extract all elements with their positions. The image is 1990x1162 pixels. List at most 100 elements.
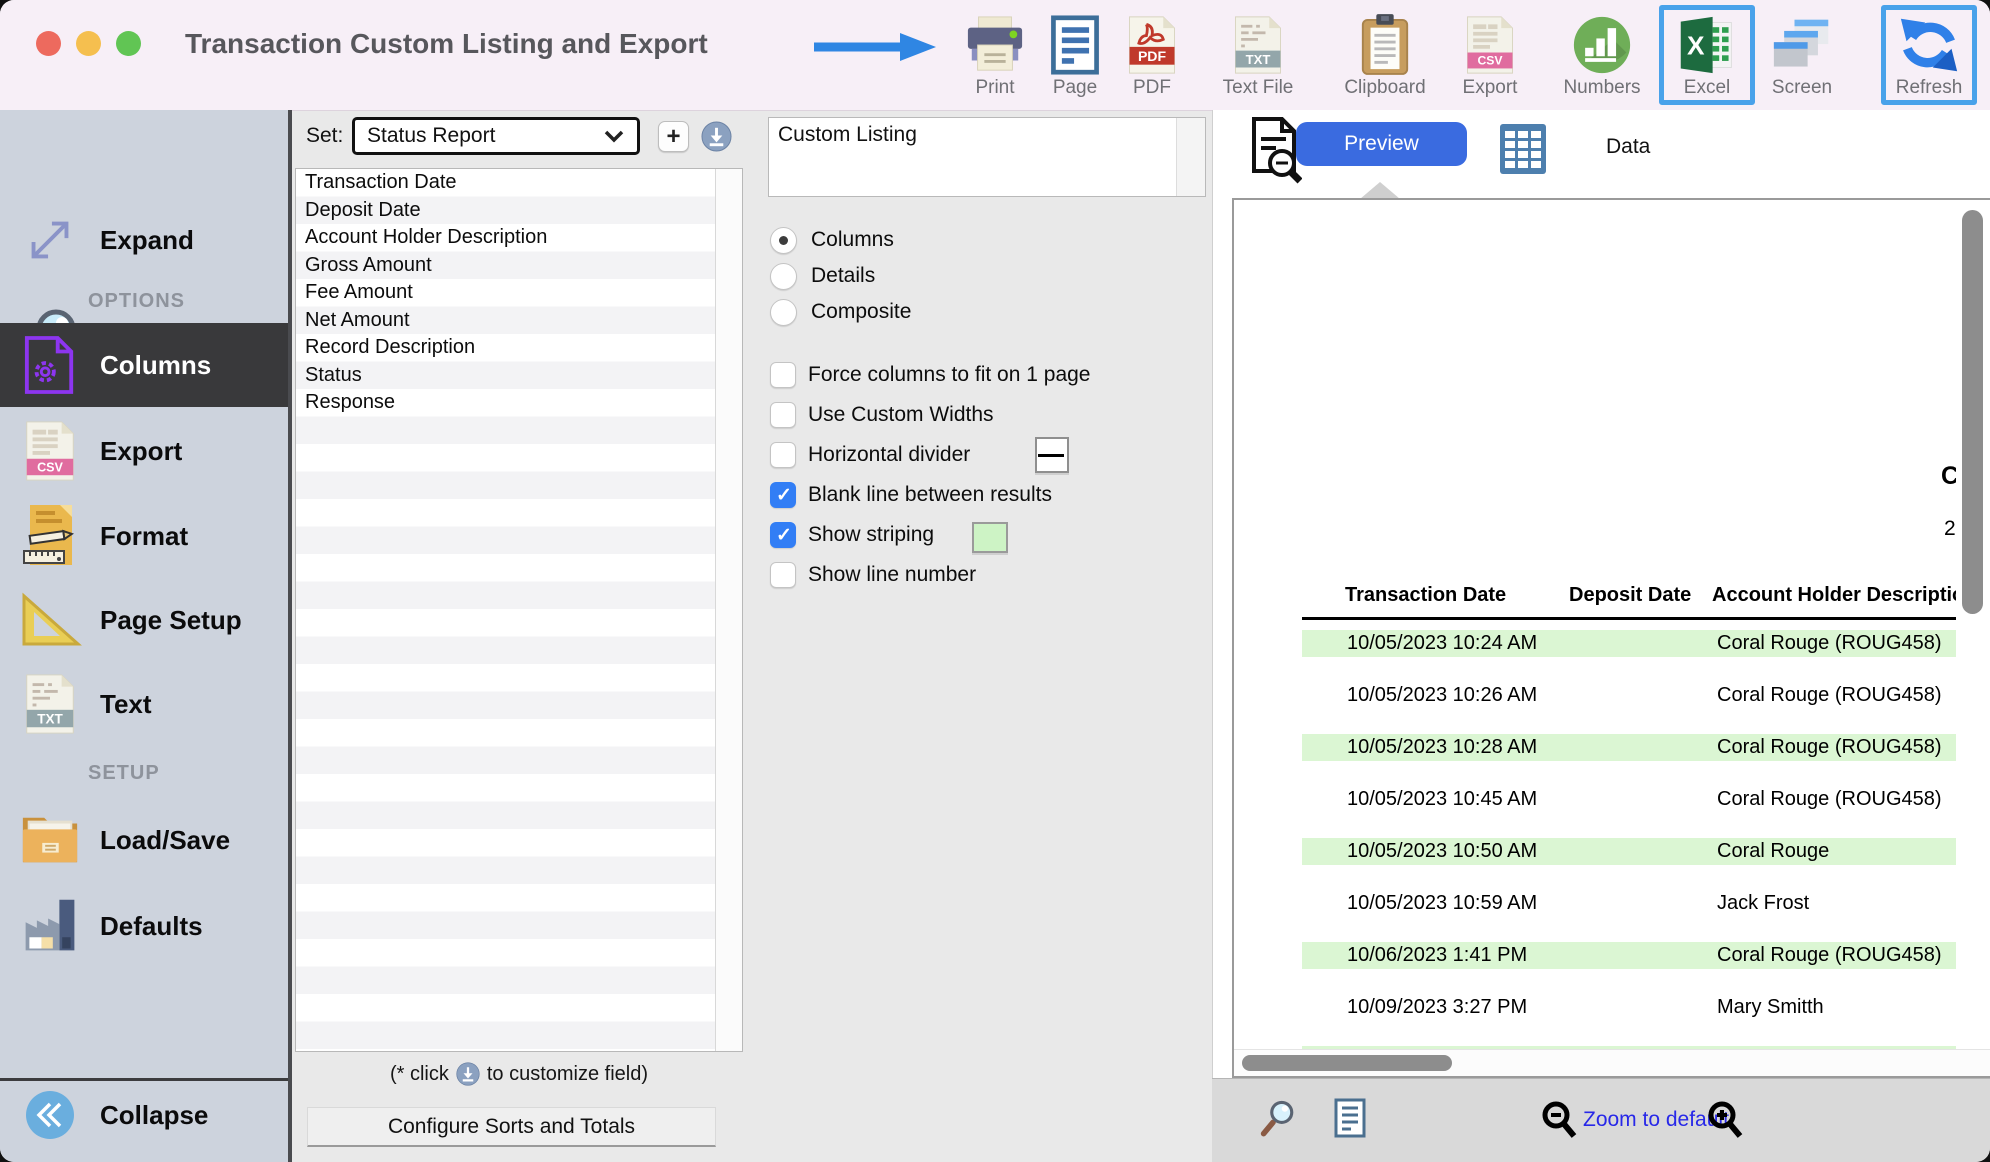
page-icon: [1050, 14, 1100, 76]
set-select[interactable]: Status Report: [352, 117, 640, 155]
checkbox[interactable]: [770, 362, 796, 388]
footer-document-icon[interactable]: [1334, 1098, 1366, 1138]
chevron-down-icon: [603, 129, 625, 143]
table-row: 10/06/2023 1:41 PMCoral Rouge (ROUG458): [1302, 942, 1956, 969]
customize-field-hint: (* click to customize field): [295, 1062, 743, 1086]
checkbox-horizontal-divider[interactable]: Horizontal divider: [770, 440, 970, 470]
zoom-in-icon[interactable]: [1706, 1100, 1744, 1140]
field-list-item[interactable]: Gross Amount: [296, 252, 725, 280]
radio-button[interactable]: [770, 263, 797, 290]
preview-horizontal-scrollbar[interactable]: [1234, 1049, 1990, 1076]
checkbox-show-striping[interactable]: Show striping: [770, 520, 934, 550]
svg-text:X: X: [1687, 30, 1705, 60]
configure-sorts-totals-button[interactable]: Configure Sorts and Totals: [307, 1107, 716, 1147]
radio-button[interactable]: [770, 299, 797, 326]
preview-column-header: Transaction Date: [1345, 584, 1506, 607]
field-list-item[interactable]: Record Description: [296, 334, 725, 362]
field-list-item[interactable]: Fee Amount: [296, 279, 725, 307]
preview-page-title-clipped: C: [1941, 462, 1956, 491]
svg-text:CSV: CSV: [37, 460, 63, 474]
toolbar-export-button[interactable]: CSV Export: [1446, 5, 1534, 105]
txt-file-icon: TXT: [0, 673, 100, 735]
radio-columns[interactable]: Columns: [770, 225, 894, 255]
toolbar-clipboard-button[interactable]: Clipboard: [1333, 5, 1437, 105]
radio-composite[interactable]: Composite: [770, 297, 911, 327]
divider-style-swatch[interactable]: [1035, 437, 1069, 473]
csv-file-icon: CSV: [0, 420, 100, 482]
sidebar-item-load-save[interactable]: Load/Save: [0, 804, 288, 876]
toolbar-excel-button[interactable]: X Excel: [1659, 5, 1755, 105]
footer-magnifier-icon[interactable]: [1258, 1096, 1298, 1140]
add-set-button[interactable]: +: [658, 121, 689, 152]
listing-title-input[interactable]: Custom Listing: [768, 117, 1206, 197]
checkbox-force-columns[interactable]: Force columns to fit on 1 page: [770, 360, 1091, 390]
field-list-item[interactable]: Status: [296, 362, 725, 390]
toolbar-pdf-button[interactable]: PDF PDF: [1108, 5, 1196, 105]
printer-icon: [964, 14, 1026, 76]
download-icon: [701, 121, 732, 152]
field-list-item[interactable]: Response: [296, 389, 725, 417]
toolbar-text-file-button[interactable]: TXT Text File: [1206, 5, 1310, 105]
zoom-window-button[interactable]: [116, 31, 141, 56]
set-square-icon: [0, 590, 100, 650]
checkbox[interactable]: [770, 402, 796, 428]
factory-icon: [0, 897, 100, 955]
field-list-item[interactable]: Transaction Date: [296, 169, 725, 197]
preview-column-header: Deposit Date: [1569, 584, 1691, 607]
sidebar-item-format[interactable]: Format: [0, 500, 288, 572]
field-list-item[interactable]: Net Amount: [296, 307, 725, 335]
checkbox-use-custom-widths[interactable]: Use Custom Widths: [770, 400, 994, 430]
txt-file-icon: TXT: [1233, 14, 1283, 76]
close-window-button[interactable]: [36, 31, 61, 56]
sidebar-item-text[interactable]: TXT Text: [0, 668, 288, 740]
checkbox-blank-line[interactable]: Blank line between results: [770, 480, 1052, 510]
numbers-chart-icon: [1572, 14, 1632, 76]
scrollbar-thumb[interactable]: [1242, 1055, 1452, 1071]
sidebar-item-defaults[interactable]: Defaults: [0, 890, 288, 962]
table-row: 10/05/2023 10:50 AMCoral Rouge: [1302, 838, 1956, 865]
scrollbar-thumb[interactable]: [1962, 210, 1983, 614]
preview-container: C 2 Transaction Date Deposit Date Accoun…: [1232, 198, 1990, 1078]
refresh-icon: [1899, 14, 1959, 76]
svg-text:TXT: TXT: [1246, 52, 1271, 67]
field-list-scrollbar[interactable]: [715, 169, 742, 1051]
tab-preview[interactable]: Preview: [1296, 122, 1467, 166]
collapse-icon: [0, 1090, 100, 1140]
radio-details[interactable]: Details: [770, 261, 875, 291]
sidebar-item-expand[interactable]: Expand: [0, 205, 288, 275]
customize-field-button[interactable]: [701, 121, 732, 152]
toolbar-numbers-button[interactable]: Numbers: [1550, 5, 1654, 105]
sidebar-options-header: OPTIONS: [88, 290, 185, 313]
listing-title-scrollbar[interactable]: [1176, 118, 1205, 196]
checkbox[interactable]: [770, 442, 796, 468]
field-list-item[interactable]: Deposit Date: [296, 197, 725, 225]
sidebar-item-columns[interactable]: Columns: [0, 323, 288, 407]
radio-button[interactable]: [770, 227, 797, 254]
toolbar-page-button[interactable]: Page: [1031, 5, 1119, 105]
sidebar-divider: [288, 110, 292, 1162]
minimize-window-button[interactable]: [76, 31, 101, 56]
svg-text:CSV: CSV: [1477, 54, 1503, 68]
toolbar-print-button[interactable]: Print: [951, 5, 1039, 105]
checkbox[interactable]: [770, 562, 796, 588]
download-icon: [456, 1062, 480, 1086]
zoom-out-icon[interactable]: [1540, 1100, 1578, 1140]
sidebar-item-page-setup[interactable]: Page Setup: [0, 584, 288, 656]
checkbox[interactable]: [770, 522, 796, 548]
table-row: 10/09/2023 3:27 PMMary Smitth: [1302, 994, 1956, 1021]
toolbar-screen-button[interactable]: Screen: [1754, 5, 1850, 105]
preview-pointer-triangle: [1360, 182, 1400, 199]
toolbar-refresh-button[interactable]: Refresh: [1881, 5, 1977, 105]
sidebar-setup-header: SETUP: [88, 762, 160, 785]
checkbox-show-line-number[interactable]: Show line number: [770, 560, 976, 590]
tab-data[interactable]: Data: [1606, 135, 1650, 159]
columns-gear-doc-icon: [0, 334, 100, 396]
sidebar-item-export[interactable]: CSV Export: [0, 415, 288, 487]
striping-color-swatch[interactable]: [972, 522, 1008, 553]
checkbox[interactable]: [770, 482, 796, 508]
preview-vertical-scrollbar[interactable]: [1956, 200, 1990, 1050]
sidebar-item-collapse[interactable]: Collapse: [0, 1085, 288, 1145]
clipboard-icon: [1358, 14, 1412, 76]
field-list-item[interactable]: Account Holder Description: [296, 224, 725, 252]
csv-file-icon: CSV: [1465, 14, 1515, 76]
